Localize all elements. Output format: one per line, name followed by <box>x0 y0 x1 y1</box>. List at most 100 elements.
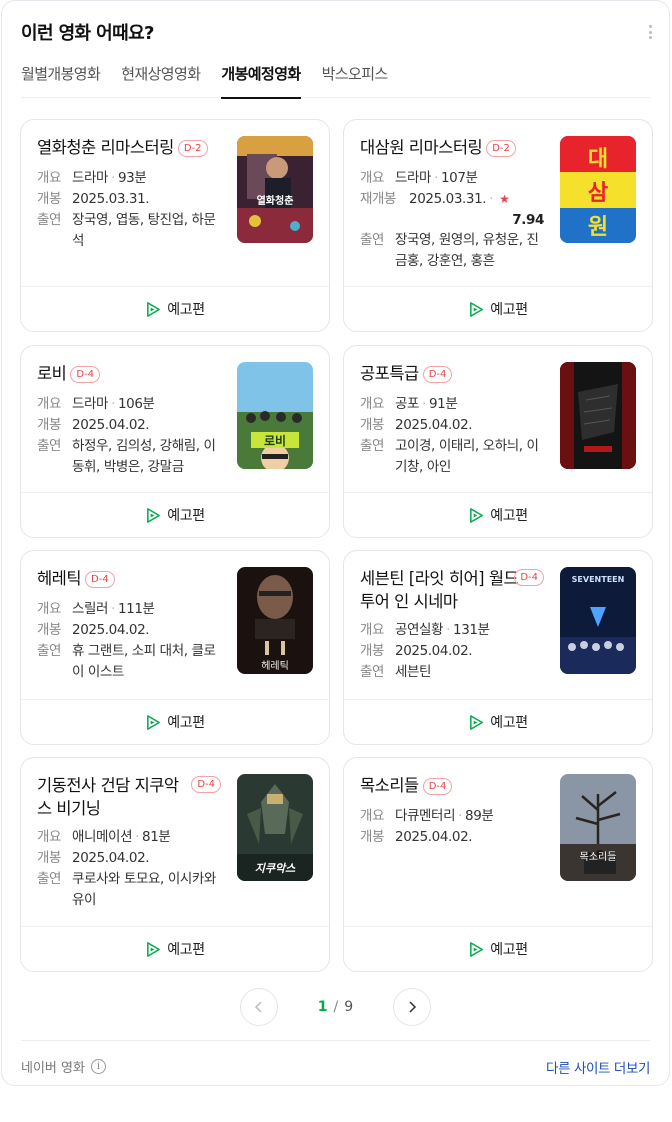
movie-info: 개요 드라마 · 93분 개봉 2025.03.31. 출연 장국영, 엽동, 탕진업, … <box>37 168 227 252</box>
movie-title[interactable]: 대삼원 리마스터링 D-2 <box>360 136 550 159</box>
movie-title[interactable]: 목소리들 D-4 <box>360 774 550 797</box>
release-label: 개봉 <box>360 829 385 845</box>
dday-badge: D-2 <box>486 140 516 157</box>
tab-upcoming[interactable]: 개봉예정영화 <box>221 61 301 99</box>
movie-recommendation-panel: 이런 영화 어때요? 월별개봉영화 현재상영영화 개봉예정영화 박스오피스 열화… <box>1 0 670 1086</box>
overview-label: 개요 <box>360 808 385 824</box>
movie-poster[interactable]: 로비 <box>237 362 313 469</box>
movie-card[interactable]: 로비 D-4 개요 드라마 · 106분 개봉 2025.04.02. 출연 하정우, 김의… <box>20 345 330 538</box>
other-sites-link[interactable]: 다른 사이트 더보기 <box>546 1057 650 1077</box>
movie-title-text: 헤레틱 <box>37 569 82 588</box>
movie-card[interactable]: 목소리들 D-4 개요 다큐멘터리 · 89분 개봉 2025.04.02. 목소리들 예… <box>343 757 653 972</box>
genre: 공포 <box>395 396 420 412</box>
panel-title: 이런 영화 어때요? <box>21 23 155 44</box>
movie-poster[interactable]: SEVENTEEN <box>560 567 636 674</box>
trailer-button[interactable]: 예고편 <box>344 286 652 331</box>
poster-text: SEVENTEEN <box>571 575 625 584</box>
info-icon[interactable]: i <box>90 1059 106 1074</box>
movie-card[interactable]: 대삼원 리마스터링 D-2 개요 드라마 · 107분 재개봉 2025.03.31. · ★… <box>343 119 653 332</box>
movie-title-text: 열화청춘 리마스터링 <box>37 138 174 157</box>
source-info[interactable]: 네이버 영화 i <box>21 1057 106 1076</box>
tab-now-playing[interactable]: 현재상영영화 <box>121 61 201 98</box>
release-date: 2025.04.02. <box>395 829 473 845</box>
trailer-button[interactable]: 예고편 <box>21 492 329 537</box>
trailer-button[interactable]: 예고편 <box>344 699 652 744</box>
trailer-button[interactable]: 예고편 <box>21 699 329 744</box>
movie-title[interactable]: 헤레틱 D-4 <box>37 567 227 590</box>
movie-card[interactable]: 공포특급 D-4 개요 공포 · 91분 개봉 2025.04.02. 출연 고이경, 이태… <box>343 345 653 538</box>
trailer-button[interactable]: 예고편 <box>21 926 329 971</box>
dday-badge: D-4 <box>514 569 544 586</box>
poster-text: 로비 <box>263 434 287 448</box>
movie-title[interactable]: 열화청춘 리마스터링 D-2 <box>37 136 227 159</box>
runtime: 106분 <box>117 396 155 412</box>
overview-label: 개요 <box>360 170 385 186</box>
overview-label: 개요 <box>360 396 385 412</box>
svg-text:삼: 삼 <box>588 181 608 206</box>
overview-label: 개요 <box>360 622 385 638</box>
runtime: 111분 <box>117 601 155 617</box>
more-options-icon[interactable] <box>647 22 653 42</box>
runtime: 91분 <box>428 396 458 412</box>
trailer-button[interactable]: 예고편 <box>21 286 329 331</box>
movie-card[interactable]: 세븐틴 [라잇 히어] 월드 투어 인 시네마 D-4 개요 공연실황 · 131분 … <box>343 550 653 745</box>
movie-card[interactable]: 열화청춘 리마스터링 D-2 개요 드라마 · 93분 개봉 2025.03.31. 출연… <box>20 119 330 332</box>
runtime: 131분 <box>453 622 490 638</box>
movie-info: 개요 스릴러 · 111분 개봉 2025.04.02. 출연 휴 그랜트, 소피 대처,… <box>37 599 227 683</box>
release-date: 2025.04.02. <box>72 417 150 433</box>
prev-page-button[interactable] <box>239 988 278 1026</box>
trailer-label: 예고편 <box>490 508 528 524</box>
play-icon <box>147 714 161 730</box>
play-icon <box>470 507 484 523</box>
release-date: 2025.04.02. <box>395 643 473 659</box>
next-page-button[interactable] <box>393 988 432 1026</box>
movie-title[interactable]: 공포특급 D-4 <box>360 362 550 385</box>
movie-title-text: 대삼원 리마스터링 <box>360 138 483 157</box>
movie-title[interactable]: 세븐틴 [라잇 히어] 월드 투어 인 시네마 <box>360 567 520 613</box>
cast: 세븐틴 <box>395 664 432 680</box>
release-date: 2025.03.31. <box>409 191 487 207</box>
release-label: 개봉 <box>37 850 62 866</box>
svg-text:대: 대 <box>588 147 608 172</box>
runtime: 93분 <box>117 170 147 186</box>
trailer-label: 예고편 <box>167 508 205 524</box>
play-icon <box>147 301 161 317</box>
movie-card[interactable]: 기동전사 건담 지쿠악스 비기닝 D-4 개요 애니메이션 · 81분 개봉 2025.… <box>20 757 330 972</box>
cast: 장국영, 원영의, 유청운, 진금홍, 강훈연, 홍흔 <box>395 232 539 269</box>
page-indicator: 1 / 9 <box>318 999 353 1015</box>
genre: 드라마 <box>72 170 109 186</box>
release-date: 2025.04.02. <box>72 622 150 638</box>
trailer-label: 예고편 <box>490 302 528 318</box>
overview-label: 개요 <box>37 601 62 617</box>
play-icon <box>470 714 484 730</box>
movie-info: 개요 공연실황 · 131분 개봉 2025.04.02. 출연 세븐틴 <box>360 620 550 683</box>
genre: 드라마 <box>395 170 432 186</box>
movie-poster[interactable]: 목소리들 <box>560 774 636 881</box>
movie-poster[interactable]: 대 삼 원 <box>560 136 636 243</box>
star-icon: ★ <box>499 192 510 206</box>
cast-label: 출연 <box>37 871 62 887</box>
movie-poster[interactable]: 지쿠악스 <box>237 774 313 881</box>
tab-monthly-release[interactable]: 월별개봉영화 <box>21 61 101 98</box>
release-label: 개봉 <box>37 622 62 638</box>
rating-score: 7.94 <box>512 212 544 228</box>
genre: 스릴러 <box>72 601 109 617</box>
trailer-label: 예고편 <box>490 715 528 731</box>
trailer-button[interactable]: 예고편 <box>344 926 652 971</box>
release-label: 개봉 <box>37 417 62 433</box>
movie-title[interactable]: 로비 D-4 <box>37 362 227 385</box>
tab-box-office[interactable]: 박스오피스 <box>322 61 389 98</box>
movie-poster[interactable]: 헤레틱 <box>237 567 313 674</box>
trailer-button[interactable]: 예고편 <box>344 492 652 537</box>
cast-label: 출연 <box>37 438 62 454</box>
overview-label: 개요 <box>37 396 62 412</box>
movie-poster[interactable] <box>560 362 636 469</box>
movie-title-text: 기동전사 건담 지쿠악스 비기닝 <box>37 776 179 818</box>
movie-card[interactable]: 헤레틱 D-4 개요 스릴러 · 111분 개봉 2025.04.02. 출연 휴 그랜트,… <box>20 550 330 745</box>
pagination: 1 / 9 <box>2 987 669 1027</box>
dday-badge: D-4 <box>70 366 101 383</box>
genre: 드라마 <box>72 396 109 412</box>
movie-poster[interactable]: 열화청춘 <box>237 136 313 243</box>
movie-title[interactable]: 기동전사 건담 지쿠악스 비기닝 <box>37 774 182 820</box>
cast-label: 출연 <box>360 664 385 680</box>
